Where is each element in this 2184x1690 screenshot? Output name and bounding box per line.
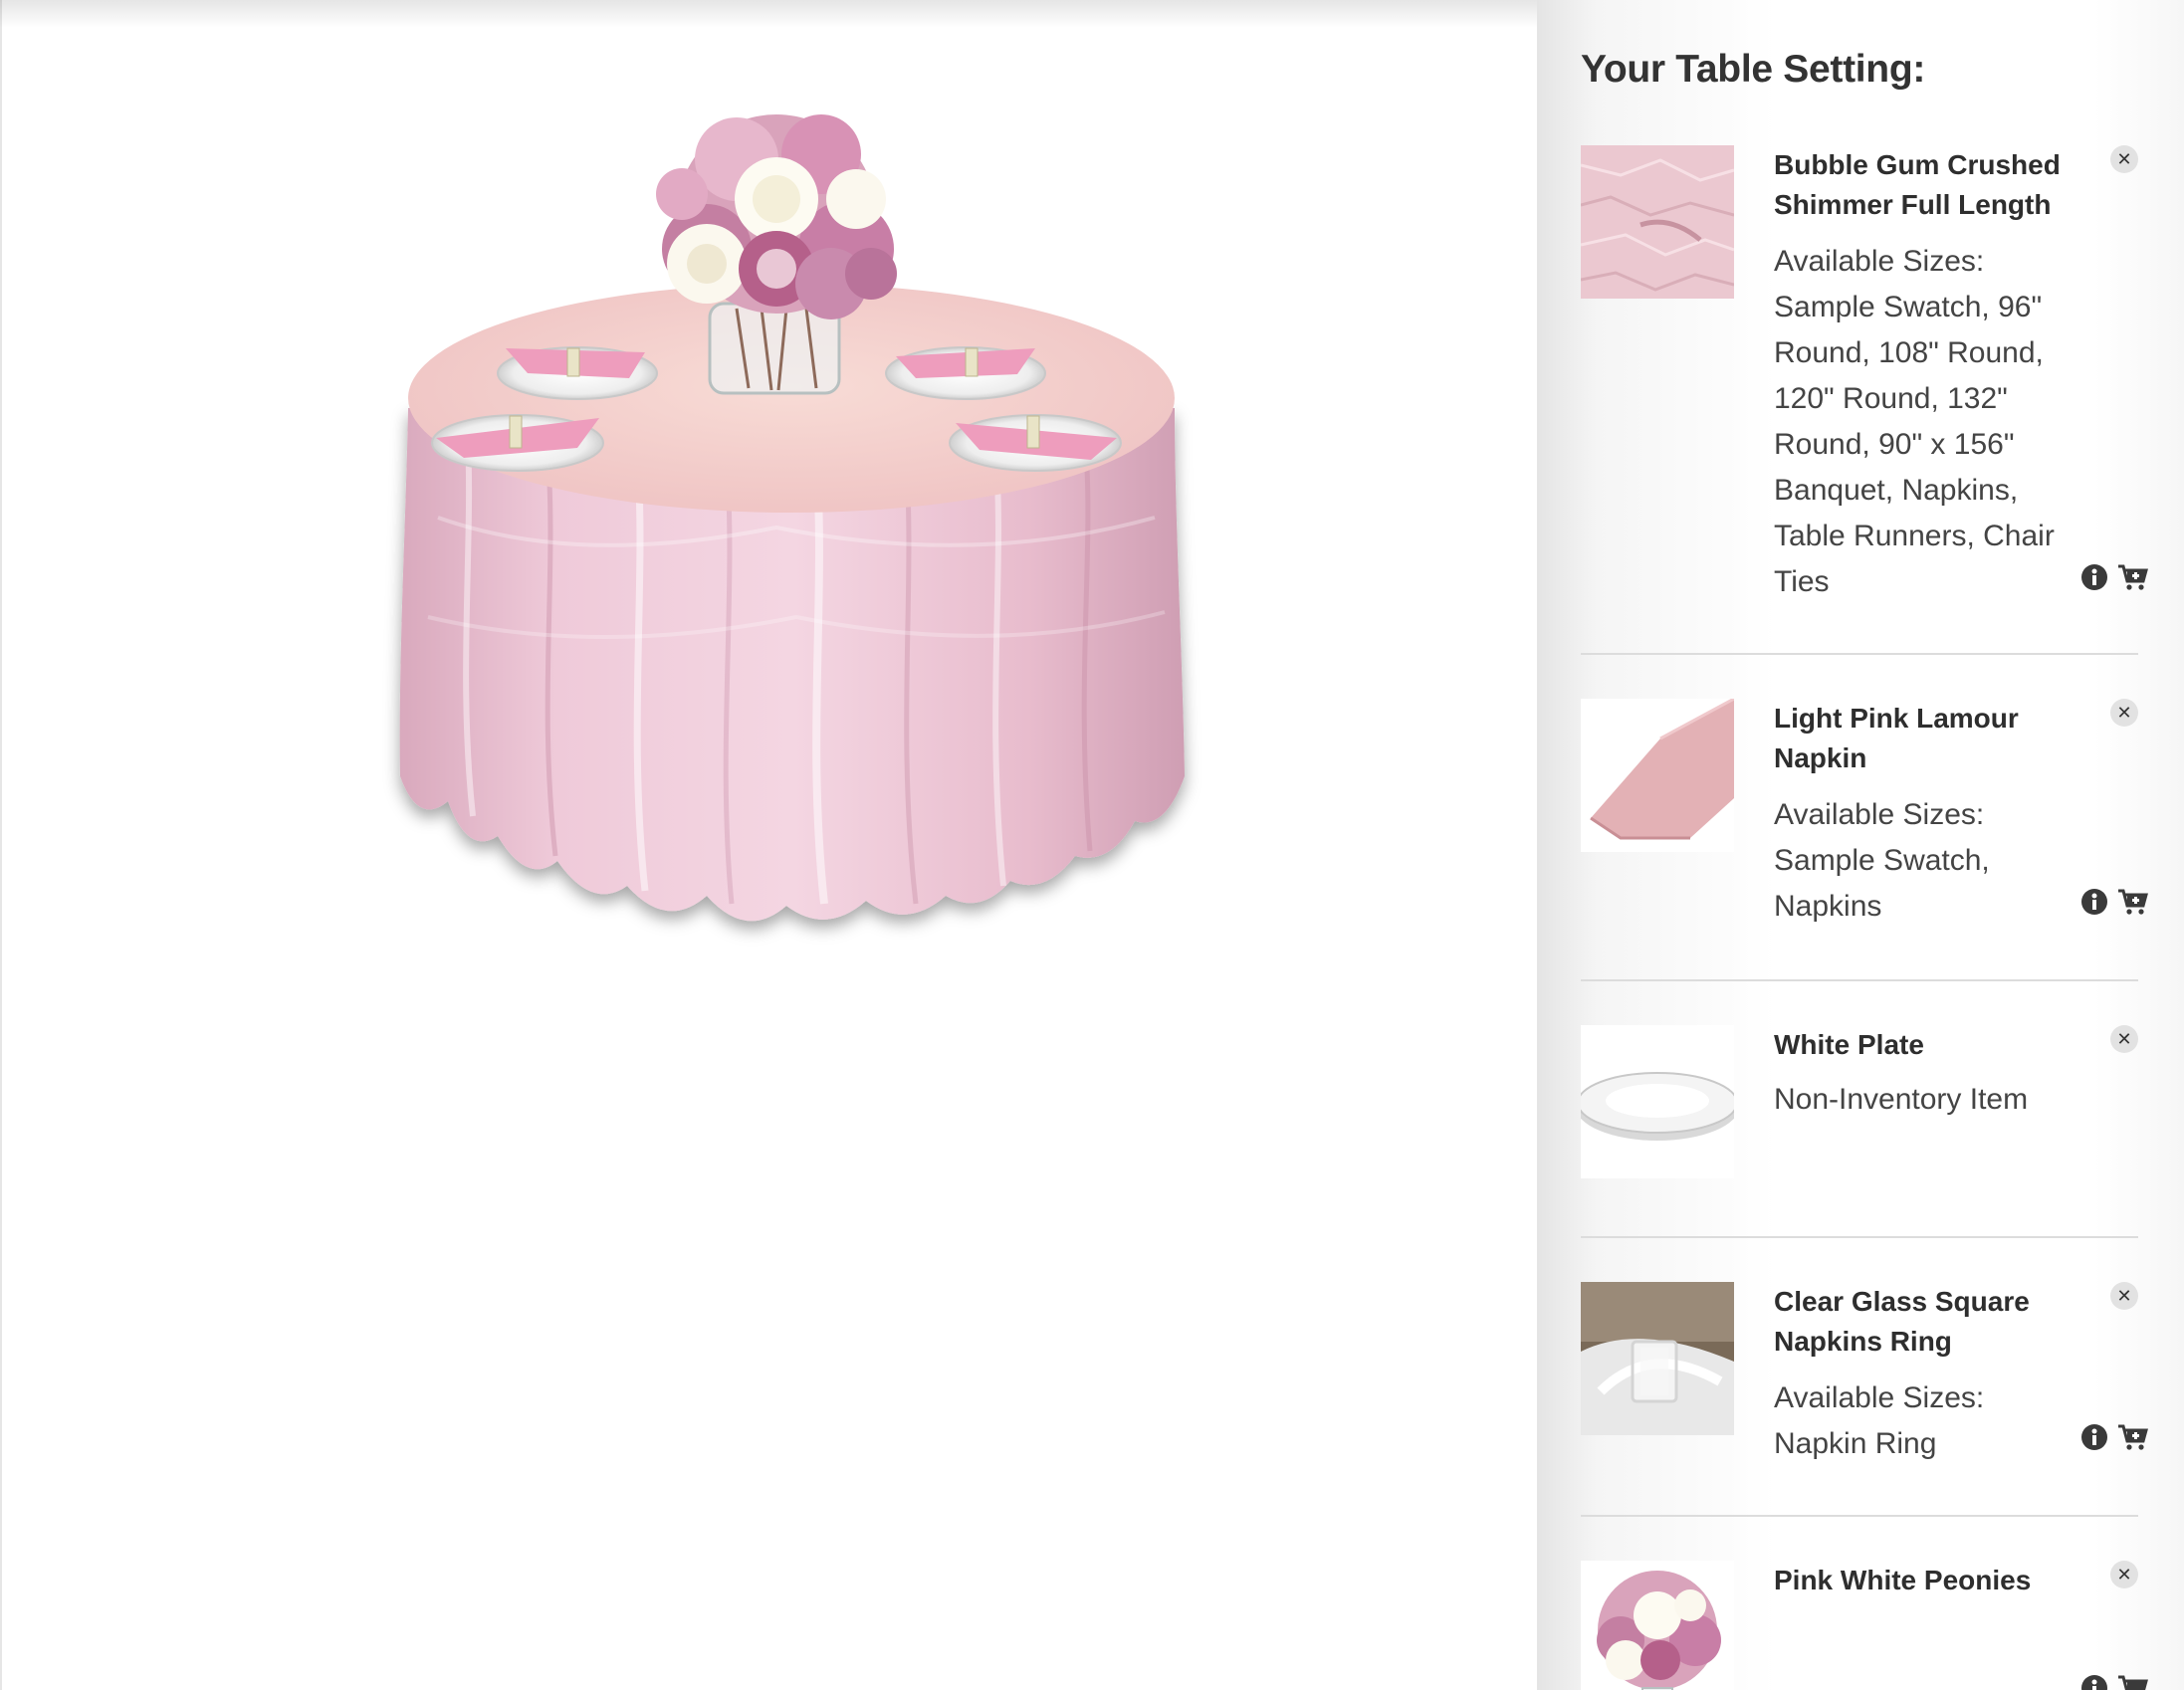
item-available-sizes: Available Sizes: Napkin Ring (1774, 1381, 1985, 1460)
item-inventory-note: Non-Inventory Item (1774, 1083, 2029, 1116)
remove-item-button[interactable]: ✕ (2110, 1561, 2138, 1588)
item-divider (1581, 653, 2138, 655)
info-button[interactable] (2078, 1421, 2110, 1453)
setting-item-plate: White Plate Non-Inventory Item ✕ (1581, 1025, 2138, 1224)
peony-bouquet (656, 114, 897, 319)
add-to-cart-button[interactable] (2116, 561, 2148, 593)
item-divider (1581, 1515, 2138, 1517)
cart-icon (2118, 889, 2148, 915)
item-name[interactable]: White Plate (1774, 1025, 2073, 1065)
thumbnail-white-plate[interactable] (1581, 1025, 1734, 1178)
remove-item-button[interactable]: ✕ (2110, 145, 2138, 173)
close-icon: ✕ (2116, 149, 2132, 169)
info-button[interactable] (2078, 1672, 2110, 1690)
place-setting-front-left (431, 414, 604, 472)
item-available-sizes: Available Sizes: Sample Swatch, 96" Roun… (1774, 245, 2055, 598)
item-divider (1581, 979, 2138, 981)
info-button[interactable] (2078, 886, 2110, 918)
cart-icon (2118, 1675, 2148, 1690)
info-icon (2081, 1675, 2107, 1690)
place-setting-back-right (885, 346, 1046, 400)
table-preview-area (0, 0, 1537, 1690)
setting-item-tablecloth: Bubble Gum Crushed Shimmer Full Length A… (1581, 145, 2148, 643)
info-icon (2081, 564, 2107, 590)
top-shadow (0, 0, 1537, 28)
info-icon (2081, 889, 2107, 915)
remove-item-button[interactable]: ✕ (2110, 699, 2138, 727)
add-to-cart-button[interactable] (2116, 1672, 2148, 1690)
setting-item-napkin: Light Pink Lamour Napkin Available Sizes… (1581, 699, 2148, 938)
thumbnail-peonies[interactable] (1581, 1561, 1734, 1690)
setting-item-peonies: Pink White Peonies ✕ (1581, 1561, 2148, 1690)
close-icon: ✕ (2116, 1565, 2132, 1584)
place-setting-back-left (497, 346, 658, 400)
thumbnail-napkin-ring[interactable] (1581, 1282, 1734, 1435)
thumbnail-pink-napkin[interactable] (1581, 699, 1734, 852)
table-setting-illustration (399, 114, 1185, 922)
cart-icon (2118, 564, 2148, 590)
place-setting-front-right (949, 414, 1122, 472)
info-button[interactable] (2078, 561, 2110, 593)
item-divider (1581, 1236, 2138, 1238)
item-name[interactable]: Clear Glass Square Napkins Ring (1774, 1282, 2073, 1362)
item-name[interactable]: Bubble Gum Crushed Shimmer Full Length (1774, 145, 2073, 225)
info-icon (2081, 1424, 2107, 1450)
close-icon: ✕ (2116, 703, 2132, 723)
add-to-cart-button[interactable] (2116, 1421, 2148, 1453)
add-to-cart-button[interactable] (2116, 886, 2148, 918)
thumbnail-crushed-fabric[interactable] (1581, 145, 1734, 299)
item-name[interactable]: Pink White Peonies (1774, 1561, 2073, 1600)
remove-item-button[interactable]: ✕ (2110, 1282, 2138, 1310)
close-icon: ✕ (2116, 1286, 2132, 1306)
item-available-sizes: Available Sizes: Sample Swatch, Napkins (1774, 798, 1990, 923)
remove-item-button[interactable]: ✕ (2110, 1025, 2138, 1053)
cart-icon (2118, 1424, 2148, 1450)
close-icon: ✕ (2116, 1029, 2132, 1049)
left-edge-line (0, 0, 2, 1690)
table-setting-panel: Your Table Setting: Bubble Gum Crushed S… (1537, 0, 2184, 1690)
setting-item-napkin-ring: Clear Glass Square Napkins Ring Availabl… (1581, 1282, 2148, 1481)
panel-title: Your Table Setting: (1581, 48, 1926, 91)
item-name[interactable]: Light Pink Lamour Napkin (1774, 699, 2073, 778)
